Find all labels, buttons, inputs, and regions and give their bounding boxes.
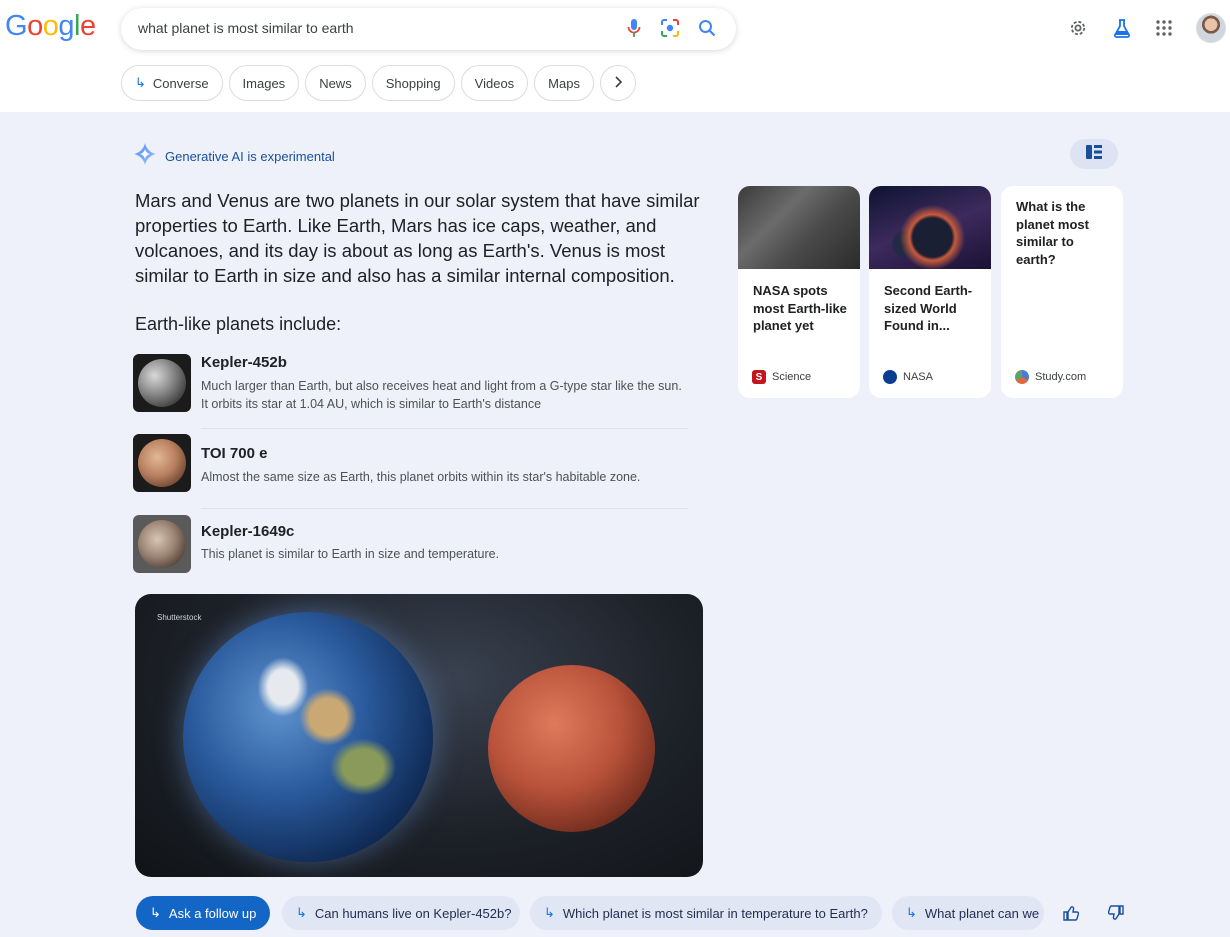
logo-letter: G: [5, 10, 28, 42]
lens-icon[interactable]: [658, 16, 682, 40]
gear-icon[interactable]: [1064, 14, 1092, 42]
follow-up-label: Ask a follow up: [168, 905, 257, 921]
suggestion-chip[interactable]: ↳ What planet can we: [892, 896, 1044, 930]
header: Google what planet is most similar to ea…: [0, 0, 1230, 112]
chevron-right-icon: [613, 75, 623, 91]
chip-shopping[interactable]: Shopping: [371, 65, 455, 101]
planet-name: Kepler-452b: [201, 354, 287, 371]
avatar[interactable]: [1196, 13, 1226, 43]
planet-description: Almost the same size as Earth, this plan…: [201, 470, 641, 484]
chip-label: Images: [242, 75, 286, 91]
logo-letter: g: [58, 10, 74, 42]
card-title: What is the planet most similar to earth…: [1016, 199, 1089, 267]
chip-label: Videos: [474, 75, 515, 91]
source-name: NASA: [903, 371, 933, 383]
ai-badge: Generative AI is experimental: [133, 142, 335, 171]
suggestion-arrow-icon: ↳: [544, 905, 555, 920]
card-source: Study.com: [1015, 370, 1086, 384]
source-card[interactable]: NASA spots most Earth-like planet yet S …: [738, 186, 860, 398]
follow-up-arrow-icon: ↳: [150, 905, 161, 920]
chip-videos[interactable]: Videos: [460, 65, 529, 101]
thumbs-up-icon[interactable]: [1058, 900, 1084, 926]
mic-icon[interactable]: [622, 16, 646, 40]
chip-label: Converse: [152, 75, 209, 91]
suggestion-chip[interactable]: ↳ Can humans live on Kepler-452b?: [282, 896, 520, 930]
suggestion-label: What planet can we: [924, 905, 1040, 921]
planet-thumbnail: [133, 434, 191, 492]
chip-label: News: [319, 75, 352, 91]
chip-images[interactable]: Images: [228, 65, 300, 101]
layout-icon: [1086, 144, 1102, 164]
divider: [201, 428, 688, 429]
source-card[interactable]: Second Earth-sized World Found in... NAS…: [869, 186, 991, 398]
card-source: NASA: [883, 370, 933, 384]
logo-letter: o: [27, 10, 43, 42]
chip-label: Shopping: [385, 75, 441, 91]
logo-letter: o: [42, 10, 59, 42]
planet-name: Kepler-1649c: [201, 523, 295, 540]
sparkle-icon: [133, 142, 157, 171]
card-thumbnail: [738, 186, 860, 269]
mars-illustration: [488, 665, 655, 832]
google-logo[interactable]: Google: [5, 10, 96, 43]
ai-badge-label: Generative AI is experimental: [165, 149, 335, 164]
suggestion-arrow-icon: ↳: [296, 905, 307, 920]
chip-news[interactable]: News: [305, 65, 366, 101]
divider: [201, 508, 688, 509]
science-favicon-icon: S: [752, 370, 766, 384]
chips-next-button[interactable]: [599, 65, 636, 101]
card-thumbnail: [869, 186, 991, 269]
thumbs-down-icon[interactable]: [1103, 900, 1129, 926]
earth-mars-image[interactable]: Shutterstock: [135, 594, 703, 877]
planet-thumbnail: [133, 354, 191, 412]
list-item[interactable]: TOI 700 e Almost the same size as Earth,…: [133, 434, 693, 494]
list-item[interactable]: Kepler-452b Much larger than Earth, but …: [133, 354, 693, 414]
card-title: Second Earth-sized World Found in...: [884, 283, 973, 333]
suggestion-chip[interactable]: ↳ Which planet is most similar in temper…: [530, 896, 882, 930]
image-credit: Shutterstock: [157, 613, 202, 622]
source-card[interactable]: What is the planet most similar to earth…: [1001, 186, 1123, 398]
card-source: S Science: [752, 370, 811, 384]
list-item[interactable]: Kepler-1649c This planet is similar to E…: [133, 515, 693, 573]
source-name: Study.com: [1035, 371, 1087, 383]
labs-flask-icon[interactable]: [1108, 14, 1136, 42]
suggestion-label: Can humans live on Kepler-452b?: [314, 905, 512, 921]
apps-grid-icon[interactable]: [1150, 14, 1178, 42]
chip-label: Maps: [548, 75, 580, 91]
card-title: NASA spots most Earth-like planet yet: [753, 283, 847, 333]
source-name: Science: [772, 371, 812, 383]
filter-chips: ↳ Converse Images News Shopping Videos M…: [121, 65, 636, 101]
planet-name: TOI 700 e: [201, 445, 268, 462]
search-input[interactable]: what planet is most similar to earth: [138, 20, 354, 36]
study-favicon-icon: [1015, 370, 1029, 384]
planet-thumbnail: [133, 515, 191, 573]
suggestion-arrow-icon: ↳: [906, 905, 917, 920]
logo-letter: e: [79, 10, 96, 42]
earth-illustration: [183, 612, 433, 862]
ai-summary: Mars and Venus are two planets in our so…: [135, 190, 700, 286]
search-icon[interactable]: [695, 16, 719, 40]
planet-description: Much larger than Earth, but also receive…: [201, 379, 682, 411]
suggestion-label: Which planet is most similar in temperat…: [562, 905, 868, 921]
earth-like-subhead: Earth-like planets include:: [135, 314, 342, 334]
planet-description: This planet is similar to Earth in size …: [201, 547, 500, 561]
search-box[interactable]: what planet is most similar to earth: [121, 8, 736, 50]
converse-arrow-icon: ↳: [135, 75, 146, 90]
chip-maps[interactable]: Maps: [534, 65, 594, 101]
nasa-favicon-icon: [883, 370, 897, 384]
layout-toggle-button[interactable]: [1070, 139, 1118, 169]
chip-converse[interactable]: ↳ Converse: [121, 65, 223, 101]
ask-follow-up-button[interactable]: ↳ Ask a follow up: [136, 896, 271, 930]
